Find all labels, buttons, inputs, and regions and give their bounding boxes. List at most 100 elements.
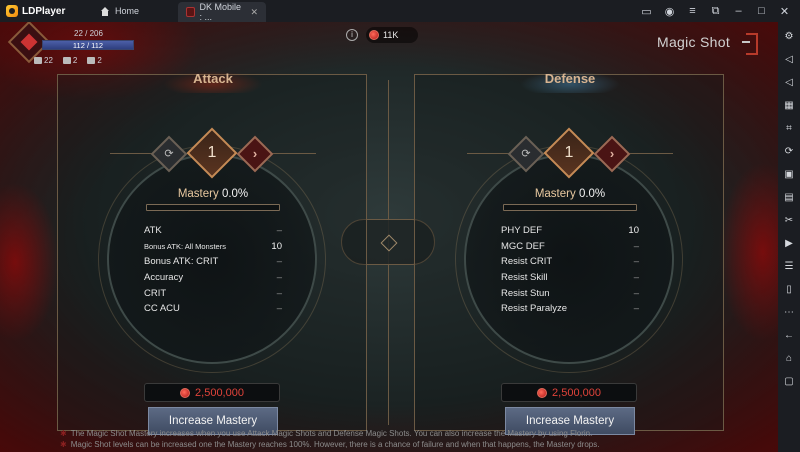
keyboard-icon[interactable]: ▦: [782, 99, 796, 113]
player-hud[interactable]: 22 / 206 112 / 112 22 2 2: [7, 22, 144, 67]
defense-level-badge: 1: [543, 127, 595, 179]
attack-panel: Attack ⟳ 1 › Mastery 0.0% ATK – Bonus ATK…: [57, 71, 367, 435]
stat-row: Resist CRIT –: [501, 256, 639, 272]
player-stat-value: 22: [44, 56, 53, 65]
volume-down-icon[interactable]: ◁: [782, 76, 796, 90]
blood-splatter-decoration: [0, 182, 60, 342]
shake-icon[interactable]: ▯: [782, 283, 796, 297]
bullet-icon: ✱: [60, 440, 67, 449]
attack-reset-button[interactable]: ⟳: [150, 135, 188, 173]
mastery-label: Mastery: [534, 188, 576, 200]
exit-icon[interactable]: [740, 33, 758, 55]
attack-cost: 2,500,000: [144, 383, 280, 402]
wings-icon: [34, 57, 42, 64]
player-stat: 2: [62, 56, 78, 65]
emulator-titlebar: LDPlayer Home DK Mobile : ... ✕ ▭ ◉ ≡ ⧉ …: [0, 0, 800, 22]
recent-apps-icon[interactable]: ▢: [782, 375, 796, 389]
stat-row: Resist Paralyze –: [501, 303, 639, 319]
home-nav-icon[interactable]: ⌂: [782, 352, 796, 366]
stat-name: Resist Paralyze: [501, 303, 567, 315]
defense-next-level-button[interactable]: ›: [593, 135, 631, 173]
stat-name: Resist CRIT: [501, 256, 553, 268]
stat-name: Accuracy: [144, 272, 184, 284]
attack-panel-title: Attack: [163, 71, 263, 93]
ruby-coin-icon: [537, 387, 548, 398]
home-icon: [100, 6, 110, 16]
tab-game-label: DK Mobile : ...: [199, 2, 242, 22]
emulator-sidebar: ⚙ ◁ ◁ ▦ ⌗ ⟳ ▣ ▤ ✂ ▶ ☰ ▯ ⋯ ← ⌂ ▢: [778, 22, 800, 452]
stat-value: 10: [271, 240, 282, 252]
attack-level-value: 1: [207, 144, 217, 161]
stat-value: –: [276, 303, 282, 315]
ruby-coin-icon: [180, 387, 191, 398]
macro-icon[interactable]: ▶: [782, 237, 796, 251]
more-icon[interactable]: ⋯: [782, 306, 796, 320]
volume-up-icon[interactable]: ◁: [782, 53, 796, 67]
stat-row: Bonus ATK: CRIT –: [144, 256, 282, 272]
tab-home-label: Home: [115, 6, 140, 16]
operations-icon[interactable]: ☰: [782, 260, 796, 274]
attack-level-row: ⟳ 1 ›: [110, 127, 316, 179]
stat-row: Resist Stun –: [501, 288, 639, 304]
armor-icon: [62, 57, 71, 64]
stat-name: ATK: [144, 225, 162, 236]
restore-icon[interactable]: ⧉: [704, 0, 727, 22]
attack-stat-list: ATK – Bonus ATK: All Monsters 10 Bonus ATK…: [144, 225, 282, 319]
boot-icon: [87, 57, 96, 64]
stat-value: –: [276, 272, 282, 284]
attack-cost-value: 2,500,000: [195, 386, 244, 399]
stat-name: CC ACU: [144, 303, 180, 315]
tab-close-icon[interactable]: ✕: [250, 7, 258, 18]
cut-icon[interactable]: ✂: [782, 214, 796, 228]
player-stat: 22: [34, 56, 53, 65]
attack-mastery-bar: [146, 204, 280, 211]
apk-install-icon[interactable]: ▣: [782, 168, 796, 182]
stat-row: PHY DEF 10: [501, 225, 639, 241]
help-note-text: The Magic Shot Mastery increases when yo…: [70, 429, 593, 438]
currency-display: 11K: [366, 27, 418, 43]
stat-name: Resist Skill: [501, 272, 548, 284]
stat-value: 10: [628, 225, 639, 236]
attack-next-level-button[interactable]: ›: [236, 135, 274, 173]
stat-name: Bonus ATK: All Monsters: [144, 241, 226, 251]
tab-game[interactable]: DK Mobile : ... ✕: [178, 2, 266, 22]
stat-value: –: [633, 287, 639, 299]
defense-mastery-bar: [503, 204, 637, 211]
emulator-brand-label: LDPlayer: [22, 5, 66, 17]
info-icon[interactable]: i: [346, 29, 358, 41]
menu-icon[interactable]: ≡: [681, 0, 704, 22]
window-controls: ▭ ◉ ≡ ⧉ – □ ✕: [635, 0, 800, 22]
settings-icon[interactable]: ⚙: [782, 30, 796, 44]
bullet-icon: ✱: [60, 429, 67, 438]
mastery-value: 0.0%: [578, 188, 606, 200]
player-xp-text: 22 / 206: [74, 29, 103, 38]
sync-icon[interactable]: ⟳: [782, 145, 796, 159]
player-stat-value: 2: [72, 56, 78, 65]
stat-row: CC ACU –: [144, 303, 282, 319]
screenshot-icon[interactable]: ⌗: [782, 122, 796, 136]
minimize-icon[interactable]: –: [727, 0, 750, 22]
stat-value: –: [276, 256, 282, 268]
stat-row: Accuracy –: [144, 272, 282, 288]
ruby-coin-icon: [369, 30, 379, 40]
defense-reset-button[interactable]: ⟳: [507, 135, 545, 173]
chevron-right-icon: ›: [252, 146, 258, 161]
player-stat-value: 2: [97, 56, 102, 65]
defense-panel: Defense ⟳ 1 › Mastery 0.0% PHY DEF 10 MGC…: [414, 71, 724, 435]
maximize-icon[interactable]: □: [750, 0, 773, 22]
tab-home[interactable]: Home: [86, 0, 178, 22]
stat-name: PHY DEF: [501, 225, 543, 236]
stat-value: –: [633, 303, 639, 315]
gamepad-icon[interactable]: ▭: [635, 0, 658, 22]
help-note-text: Magic Shot levels can be increased one t…: [70, 440, 600, 449]
blood-splatter-decoration: [718, 162, 778, 342]
stat-row: MGC DEF –: [501, 241, 639, 257]
chevron-right-icon: ›: [609, 146, 615, 161]
player-stat-row: 22 2 2: [34, 56, 102, 65]
close-window-icon[interactable]: ✕: [773, 0, 796, 22]
back-icon[interactable]: ←: [782, 329, 796, 343]
stat-row: CRIT –: [144, 288, 282, 304]
game-app-icon: [186, 7, 195, 17]
account-icon[interactable]: ◉: [658, 0, 681, 22]
record-icon[interactable]: ▤: [782, 191, 796, 205]
